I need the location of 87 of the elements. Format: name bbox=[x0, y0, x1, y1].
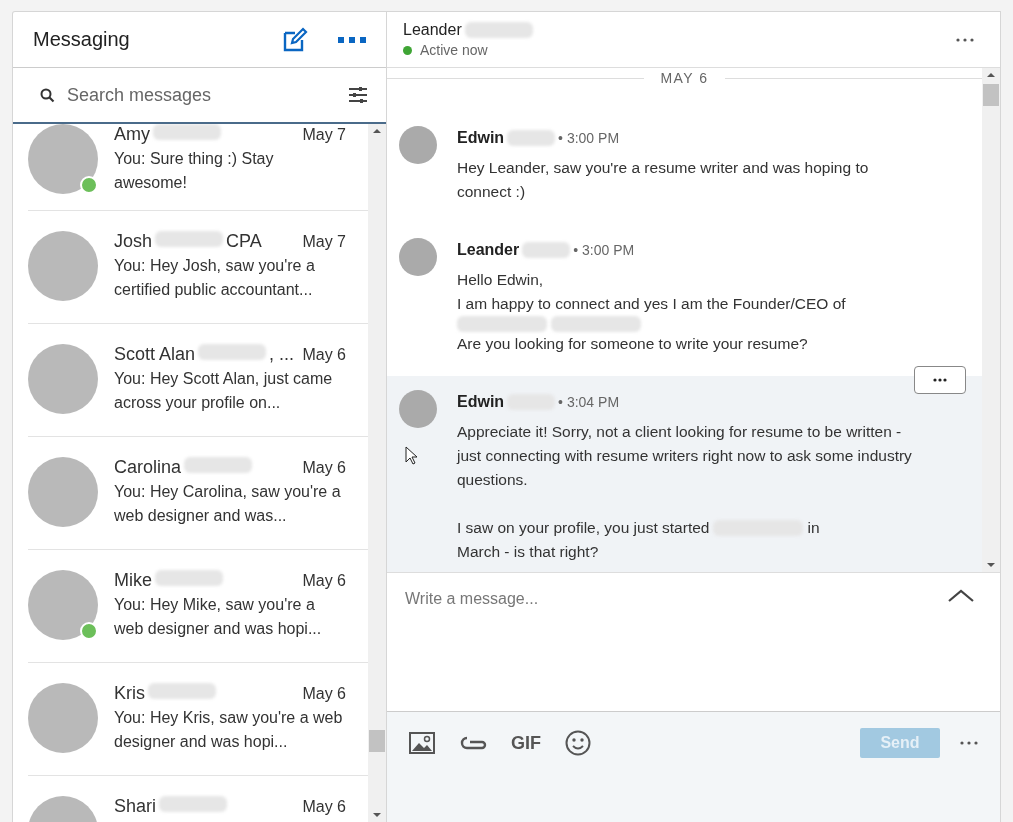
scrollbar[interactable] bbox=[982, 68, 1000, 572]
paperclip-icon[interactable] bbox=[459, 736, 487, 750]
scroll-thumb[interactable] bbox=[369, 730, 385, 752]
name-suffix: CPA bbox=[226, 231, 262, 252]
contact-name: Josh bbox=[114, 231, 153, 252]
message-preview: You: Hey Mike, saw you're a web designer and was hopi... bbox=[114, 595, 323, 639]
emoji-icon[interactable] bbox=[565, 730, 591, 756]
redacted-name bbox=[507, 130, 556, 146]
filter-icon[interactable] bbox=[348, 86, 368, 104]
sender-name: Edwin bbox=[457, 392, 505, 412]
contact-name: Carolina bbox=[114, 457, 182, 478]
scroll-down-icon[interactable] bbox=[372, 812, 382, 818]
scroll-up-icon[interactable] bbox=[986, 72, 996, 78]
redacted-name bbox=[148, 683, 216, 699]
online-dot bbox=[80, 622, 98, 640]
redacted-name bbox=[522, 242, 571, 258]
search-icon bbox=[40, 87, 55, 103]
contact-name: Amy bbox=[114, 124, 150, 145]
message-preview: You: Sure thing :) Stay awesome! bbox=[114, 149, 275, 193]
conversation-date: May 7 bbox=[302, 126, 346, 144]
message-time: • 3:04 PM bbox=[558, 393, 620, 412]
conversation-item[interactable]: Josh CPA May 7 You: Hey Josh, saw you're a certified public accountant... bbox=[28, 210, 368, 323]
scroll-thumb[interactable] bbox=[983, 84, 999, 106]
conversation-item[interactable]: Amy May 7 You: Sure thing :) Stay awesome! bbox=[28, 124, 368, 210]
conversation-date: May 6 bbox=[302, 685, 346, 703]
redacted-name bbox=[159, 796, 228, 812]
message-text: in bbox=[807, 518, 820, 538]
date-divider: MAY 6 bbox=[660, 70, 709, 86]
panel-title: Messaging bbox=[33, 28, 130, 51]
conversation-date: May 6 bbox=[302, 459, 346, 477]
cursor-icon bbox=[405, 446, 417, 465]
conversation-item[interactable]: Shari May 6 bbox=[28, 775, 368, 822]
redacted-name bbox=[155, 231, 224, 247]
message-text: Hey Leander, saw you're a resume writer and was hoping to connect :) bbox=[457, 158, 870, 202]
conversation-date: May 7 bbox=[302, 233, 346, 251]
redacted-name bbox=[464, 22, 533, 38]
conversation-item[interactable]: Kris May 6 You: Hey Kris, saw you're a web designer and was hopi... bbox=[28, 662, 368, 775]
contact-name: Shari bbox=[114, 796, 157, 817]
online-dot bbox=[80, 176, 98, 194]
scroll-up-icon[interactable] bbox=[372, 128, 382, 134]
conversation-date: May 6 bbox=[302, 572, 346, 590]
image-icon[interactable] bbox=[409, 732, 435, 754]
gif-button[interactable]: GIF bbox=[511, 732, 541, 754]
redacted-name bbox=[155, 570, 223, 586]
message-options-button[interactable] bbox=[914, 366, 966, 394]
message-text: Hello Edwin, bbox=[457, 270, 544, 290]
more-icon bbox=[933, 378, 947, 382]
redacted-name bbox=[184, 457, 253, 473]
contact-name: Mike bbox=[114, 570, 152, 591]
more-icon[interactable] bbox=[338, 35, 366, 44]
conversation-date: May 6 bbox=[302, 798, 346, 816]
redacted-name bbox=[153, 124, 221, 140]
message-text: March - is that right? bbox=[457, 542, 599, 562]
conversation-item[interactable]: Scott Alan , ... May 6 You: Hey Scott Alan, just came across your profile on... bbox=[28, 323, 368, 436]
message-text: Appreciate it! Sorry, not a client looking for resume to be written - just connecting with resume writers right now to ask some industry questions. bbox=[457, 422, 913, 490]
conversation-date: May 6 bbox=[302, 346, 346, 364]
message-preview: You: Hey Josh, saw you're a certified public accountant... bbox=[114, 256, 316, 300]
message-time: • 3:00 PM bbox=[558, 129, 620, 148]
message-time: • 3:00 PM bbox=[573, 241, 635, 260]
scroll-down-icon[interactable] bbox=[986, 562, 996, 568]
message-preview: You: Hey Scott Alan, just came across your profile on... bbox=[114, 369, 334, 413]
message-preview: You: Hey Kris, saw you're a web designer and was hopi... bbox=[114, 708, 344, 752]
redacted-name bbox=[198, 344, 267, 360]
message-text: Are you looking for someone to write your resume? bbox=[457, 334, 808, 354]
status-text: Active now bbox=[420, 42, 488, 58]
conversation-item[interactable]: Mike May 6 You: Hey Mike, saw you're a web designer and was hopi... bbox=[28, 549, 368, 662]
avatar-placeholder bbox=[399, 390, 437, 428]
more-icon[interactable] bbox=[960, 741, 978, 745]
compose-icon[interactable] bbox=[282, 26, 308, 53]
search-field[interactable]: Search messages bbox=[65, 83, 338, 107]
more-icon[interactable] bbox=[956, 37, 974, 42]
message-text: I am happy to connect and yes I am the Founder/CEO of bbox=[457, 294, 846, 314]
avatar-placeholder bbox=[28, 124, 98, 194]
contact-name: Leander bbox=[403, 21, 462, 39]
sender-name: Leander bbox=[457, 240, 520, 260]
conversation-item[interactable]: Carolina May 6 You: Hey Carolina, saw you're a web designer and was... bbox=[28, 436, 368, 549]
contact-name: Scott Alan bbox=[114, 344, 196, 365]
name-suffix: , ... bbox=[269, 344, 295, 365]
chevron-up-icon[interactable] bbox=[948, 589, 974, 603]
contact-name: Kris bbox=[114, 683, 145, 704]
message-preview: You: Hey Carolina, saw you're a web designer and was... bbox=[114, 482, 342, 526]
sender-name: Edwin bbox=[457, 128, 505, 148]
avatar-placeholder bbox=[399, 126, 437, 164]
message-text: I saw on your profile, you just started bbox=[457, 518, 710, 538]
scrollbar[interactable] bbox=[368, 124, 386, 822]
avatar-placeholder bbox=[399, 238, 437, 276]
message-field[interactable]: Write a message... bbox=[403, 589, 948, 609]
